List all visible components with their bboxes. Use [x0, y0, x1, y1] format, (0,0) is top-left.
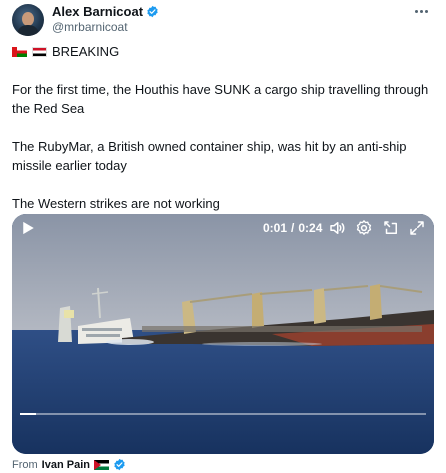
pip-icon[interactable]: [382, 219, 400, 237]
tweet-paragraph-1: For the first time, the Houthis have SUN…: [12, 82, 429, 116]
tweet-paragraph-3: The Western strikes are not working: [12, 196, 220, 211]
breaking-label: BREAKING: [52, 44, 120, 59]
time-separator: /: [291, 221, 295, 235]
palestine-flag-icon: [93, 459, 109, 470]
volume-icon[interactable]: [328, 219, 346, 237]
tweet-header: Alex Barnicoat @mrbarnicoat: [12, 2, 434, 36]
author-display-name[interactable]: Alex Barnicoat: [52, 4, 143, 19]
source-name[interactable]: Ivan Pain: [42, 459, 90, 471]
breaking-line: BREAKING: [12, 42, 436, 61]
from-label: From: [12, 458, 38, 471]
video-time: 0:01 / 0:24: [263, 221, 322, 235]
avatar[interactable]: [12, 4, 44, 36]
more-options-icon[interactable]: [412, 4, 430, 18]
tweet-paragraph-2: The RubyMar, a British owned container s…: [12, 139, 407, 173]
verified-badge-icon: [147, 5, 158, 18]
video-frame-ship: [12, 214, 434, 454]
video-progress-bar[interactable]: [20, 413, 426, 415]
verified-badge-icon: [114, 458, 125, 471]
current-time: 0:01: [263, 221, 288, 235]
video-player[interactable]: 0:01 / 0:24: [12, 214, 434, 454]
yemen-flag-icon: [32, 46, 47, 57]
settings-icon[interactable]: [355, 219, 373, 237]
tweet-text: BREAKING For the first time, the Houthis…: [12, 42, 436, 232]
author-name-row[interactable]: Alex Barnicoat: [52, 4, 159, 19]
fullscreen-icon[interactable]: [408, 219, 426, 237]
duration: 0:24: [298, 221, 323, 235]
oman-flag-icon: [12, 46, 27, 57]
video-source-attribution: From Ivan Pain: [12, 458, 126, 471]
author-handle[interactable]: @mrbarnicoat: [52, 20, 128, 34]
play-icon[interactable]: [22, 221, 35, 235]
video-progress-fill: [20, 413, 37, 415]
